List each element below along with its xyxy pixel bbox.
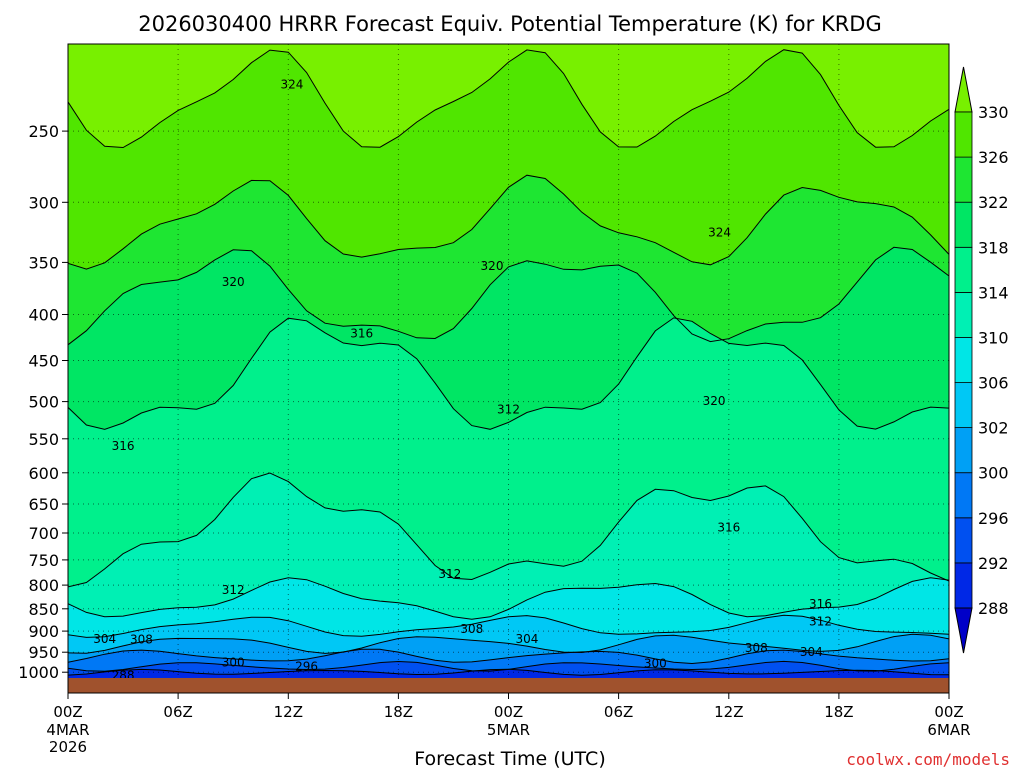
colorbar-label: 326 [978, 148, 1009, 167]
x-tick-sublabel: 6MAR [927, 721, 970, 739]
y-tick-label: 500 [28, 393, 59, 412]
x-tick-label: 06Z [163, 703, 192, 721]
contour-label: 304 [93, 632, 116, 646]
colorbar-label: 318 [978, 238, 1009, 257]
x-tick-sublabel: 4MAR [46, 721, 89, 739]
x-tick-label: 18Z [824, 703, 853, 721]
y-tick-label: 850 [28, 600, 59, 619]
contour-label: 312 [809, 614, 832, 628]
x-tick-sublabel: 5MAR [487, 721, 530, 739]
colorbar-label: 302 [978, 419, 1009, 438]
y-tick-label: 400 [28, 306, 59, 325]
colorbar-swatch [954, 156, 973, 203]
y-tick-label: 800 [28, 576, 59, 595]
chart: 2026030400 HRRR Forecast Equiv. Potentia… [18, 12, 1010, 768]
plot-area: 324 324 320 320 320 316 316 316 316 312 312 312 312 3… [67, 43, 950, 694]
colorbar-swatch [954, 201, 973, 248]
x-tick-label: 06Z [604, 703, 633, 721]
y-tick-label: 650 [28, 495, 59, 514]
colorbar-swatch [954, 427, 973, 474]
contour-label: 304 [800, 645, 823, 659]
colorbar-top-arrow [954, 66, 973, 113]
chart-title: 2026030400 HRRR Forecast Equiv. Potentia… [138, 12, 882, 36]
y-tick-label: 600 [28, 464, 59, 483]
y-axis: 250 300 350 400 450 500 550 600 650 700 750 800 850 9… [18, 122, 68, 682]
y-tick-label: 950 [28, 643, 59, 662]
contour-label: 308 [745, 641, 768, 655]
y-tick-label: 1000 [18, 663, 59, 682]
contour-label: 316 [717, 520, 740, 534]
x-tick-label: 00Z [53, 703, 82, 721]
contour-label: 316 [112, 439, 135, 453]
y-tick-label: 250 [28, 122, 59, 141]
colorbar-label: 330 [978, 103, 1009, 122]
contour-label: 316 [809, 597, 832, 611]
contour-label: 300 [222, 655, 245, 669]
contour-label: 304 [515, 632, 538, 646]
colorbar-swatch [954, 246, 973, 293]
colorbar-label: 322 [978, 193, 1009, 212]
colorbar-swatch [954, 337, 973, 383]
y-tick-label: 300 [28, 193, 59, 212]
x-tick-sublabel: 2026 [49, 738, 87, 756]
contour-label: 324 [280, 78, 303, 92]
contour-label: 324 [708, 225, 731, 239]
y-tick-label: 550 [28, 430, 59, 449]
colorbar-label: 306 [978, 374, 1009, 393]
colorbar-label: 288 [978, 599, 1009, 618]
x-tick-label: 00Z [934, 703, 963, 721]
x-tick-label: 18Z [384, 703, 413, 721]
contour-label: 308 [130, 633, 153, 647]
terrain-strip [68, 678, 949, 693]
colorbar: 288 292 296 300 302 306 310 314 318 322 326 330 [954, 66, 1009, 654]
contour-label: 300 [644, 657, 667, 671]
x-tick-label: 12Z [714, 703, 743, 721]
colorbar-label: 314 [978, 283, 1009, 302]
y-tick-label: 900 [28, 622, 59, 641]
colorbar-label: 296 [978, 509, 1009, 528]
contour-label: 320 [222, 275, 245, 289]
contour-label: 308 [460, 622, 483, 636]
colorbar-swatch [954, 291, 973, 338]
colorbar-label: 310 [978, 329, 1009, 348]
contour-label: 312 [497, 402, 520, 416]
colorbar-swatch [954, 472, 973, 519]
contour-label: 312 [438, 567, 461, 581]
x-tick-label: 12Z [274, 703, 303, 721]
y-tick-label: 450 [28, 352, 59, 371]
contour-label: 296 [295, 659, 318, 673]
y-tick-label: 750 [28, 551, 59, 570]
colorbar-swatch [954, 382, 973, 428]
y-tick-label: 350 [28, 253, 59, 272]
y-tick-label: 700 [28, 524, 59, 543]
colorbar-bottom-arrow [954, 607, 973, 654]
colorbar-label: 292 [978, 554, 1009, 573]
x-axis-label: Forecast Time (UTC) [414, 748, 605, 768]
contour-label: 320 [481, 259, 504, 273]
contour-label: 312 [222, 583, 245, 597]
contour-label: 316 [350, 327, 373, 341]
contour-label: 320 [703, 394, 726, 408]
colorbar-swatch [954, 562, 973, 609]
x-tick-label: 00Z [494, 703, 523, 721]
colorbar-swatch [954, 517, 973, 564]
colorbar-swatch [954, 111, 973, 158]
colorbar-label: 300 [978, 464, 1009, 483]
x-axis: 00Z4MAR202606Z 12Z 18Z 00Z5MAR06Z 12Z 18Z 00Z6… [46, 693, 971, 756]
credit-text: coolwx.com/models [846, 750, 1010, 768]
